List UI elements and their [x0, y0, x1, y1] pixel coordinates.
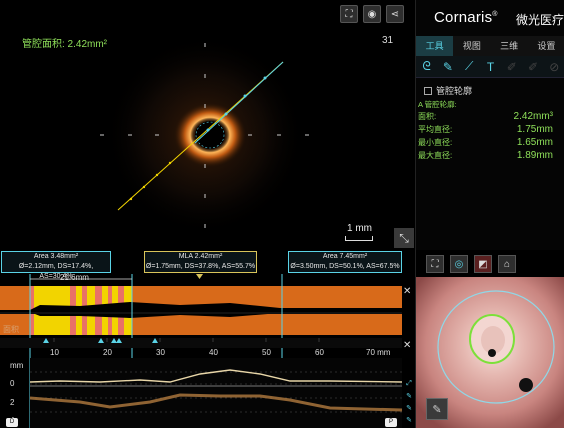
- measurement-label: 平均直径:: [418, 125, 453, 134]
- callout-title: MLA 2.42mm²: [178, 253, 223, 260]
- clear-icon[interactable]: ⊘: [545, 60, 563, 74]
- axis-tick-label: 50: [262, 348, 271, 357]
- area-profile-label: 面积: [3, 325, 19, 334]
- share-icon[interactable]: ⋖: [386, 5, 404, 23]
- axis-tick-label: 30: [156, 348, 165, 357]
- depth-unit-label: mm: [10, 361, 24, 370]
- callout-title: Area 3.48mm²: [33, 253, 79, 260]
- measurement-label: 最小直径:: [418, 138, 453, 147]
- callout-title: Area 7.45mm²: [322, 253, 368, 260]
- panel-tabs: 工具 视图 三维 设置: [416, 36, 564, 56]
- measurement-row: 面积: 2.42mm³: [416, 110, 564, 123]
- axis-tick-label: 70 mm: [366, 348, 391, 357]
- axis-tick-label: 10: [50, 348, 59, 357]
- tissue-view-icon[interactable]: ◩: [474, 255, 492, 273]
- measurement-row: 最大直径: 1.89mm: [416, 149, 564, 162]
- tab-settings[interactable]: 设置: [528, 36, 564, 56]
- endo-toolbar: ⛶ ◎ ◩ ⌂: [426, 255, 516, 273]
- measurement-value: 1.65mm: [516, 137, 553, 148]
- l-mode-image: [30, 358, 402, 428]
- contour-checkbox[interactable]: [424, 86, 432, 95]
- scale-label: 1 mm: [347, 223, 372, 234]
- measurement-value: 1.89mm: [516, 150, 553, 161]
- measurement-label: 最大直径:: [418, 151, 453, 160]
- view-toolbar: ⛶ ◉ ⋖: [340, 5, 404, 23]
- fullscreen-icon[interactable]: ⛶: [426, 255, 444, 273]
- measurement-label: 面积:: [418, 112, 437, 121]
- pen-icon[interactable]: ✎: [439, 60, 457, 74]
- expand-arrows-icon[interactable]: ⤡: [394, 228, 414, 248]
- longitudinal-view[interactable]: Area 3.48mm² Ø=2.12mm, DS=17.4%, AS=30.4…: [0, 250, 414, 428]
- callout-detail: Ø=2.12mm, DS=17.4%, AS=30.4%: [18, 263, 94, 280]
- close-area-icon[interactable]: ✕: [403, 286, 411, 297]
- proximal-area-callout[interactable]: Area 3.48mm² Ø=2.12mm, DS=17.4%, AS=30.4…: [1, 251, 111, 280]
- text-icon[interactable]: T: [481, 60, 499, 74]
- measurement-row: 平均直径: 1.75mm: [416, 123, 564, 136]
- measurement-panel: A 管腔轮廓: 面积: 2.42mm³ 平均直径: 1.75mm 最小直径: 1…: [416, 99, 564, 162]
- distal-area-callout[interactable]: Area 7.45mm² Ø=3.50mm, DS=50.1%, AS=67.5…: [288, 251, 402, 273]
- endoscopic-3d-view[interactable]: ⛶ ◎ ◩ ⌂ ✎: [415, 250, 564, 428]
- side-tool-icon[interactable]: ⤢: [404, 380, 414, 389]
- distal-badge: D: [6, 418, 18, 427]
- close-lmode-icon[interactable]: ✕: [403, 340, 411, 351]
- tool-bar: ᘓ ✎ ⟋ T ✐ ✐ ⊘: [416, 56, 564, 78]
- axis-tick-label: 20: [103, 348, 112, 357]
- callout-detail: Ø=1.75mm, DS=37.8%, AS=55.7%: [145, 263, 256, 270]
- brand-logo: Cornaris®: [434, 9, 498, 26]
- erase-one-icon[interactable]: ✐: [503, 60, 521, 74]
- ring-view-icon[interactable]: ◎: [450, 255, 468, 273]
- guidewire-tip: [519, 378, 533, 392]
- depth-tick-label: 2: [10, 398, 15, 407]
- tab-3d[interactable]: 三维: [491, 36, 528, 56]
- ruler-icon[interactable]: ⟋: [460, 59, 478, 74]
- axis-tick-label: 40: [209, 348, 218, 357]
- tab-tools[interactable]: 工具: [416, 36, 454, 56]
- mla-marker[interactable]: [196, 274, 203, 279]
- proximal-badge: P: [385, 418, 397, 427]
- contour-checkbox-row[interactable]: 管腔轮廓: [424, 84, 472, 97]
- lasso-icon[interactable]: ᘓ: [418, 59, 436, 74]
- measurement-row: 最小直径: 1.65mm: [416, 136, 564, 149]
- camera-icon[interactable]: ◉: [363, 5, 381, 23]
- lumen-area-label: 管腔面积: 2.42mm²: [22, 39, 108, 50]
- measurement-value: 2.42mm³: [513, 111, 553, 122]
- side-tool-icon[interactable]: ✎: [404, 404, 414, 413]
- cross-section-view[interactable]: 管腔面积: 2.42mm² 31 ⛶ ◉ ⋖ 1 mm ⤡: [0, 0, 414, 250]
- side-tool-icon[interactable]: ✎: [404, 416, 414, 425]
- callout-detail: Ø=3.50mm, DS=50.1%, AS=67.5%: [290, 263, 400, 270]
- catheter-line: [0, 312, 402, 314]
- scale-bar: [345, 236, 373, 241]
- depth-tick-label: 0: [10, 379, 15, 388]
- measurement-title: A 管腔轮廓:: [418, 100, 457, 109]
- right-panel: Cornaris® 微光医疗 工具 视图 三维 设置 ᘓ ✎ ⟋ T ✐ ✐ ⊘…: [415, 0, 564, 250]
- home-icon[interactable]: ⌂: [498, 255, 516, 273]
- mla-callout[interactable]: MLA 2.42mm² Ø=1.75mm, DS=37.8%, AS=55.7%: [144, 251, 257, 273]
- erase-all-icon[interactable]: ✐: [524, 60, 542, 74]
- axis-tick-label: 60: [315, 348, 324, 357]
- contour-checkbox-label: 管腔轮廓: [436, 86, 473, 96]
- measurement-value: 1.75mm: [516, 124, 553, 135]
- distance-label: 21.6mm: [60, 273, 89, 282]
- catheter-tip: [488, 349, 496, 357]
- brand-cn-name: 微光医疗: [516, 13, 564, 27]
- frame-number: 31: [382, 35, 394, 46]
- side-tool-icon[interactable]: ✎: [404, 392, 414, 401]
- ruler-bar: [0, 338, 402, 348]
- fullscreen-icon[interactable]: ⛶: [340, 5, 358, 23]
- pen-tool-button[interactable]: ✎: [426, 398, 448, 420]
- tab-view[interactable]: 视图: [453, 36, 490, 56]
